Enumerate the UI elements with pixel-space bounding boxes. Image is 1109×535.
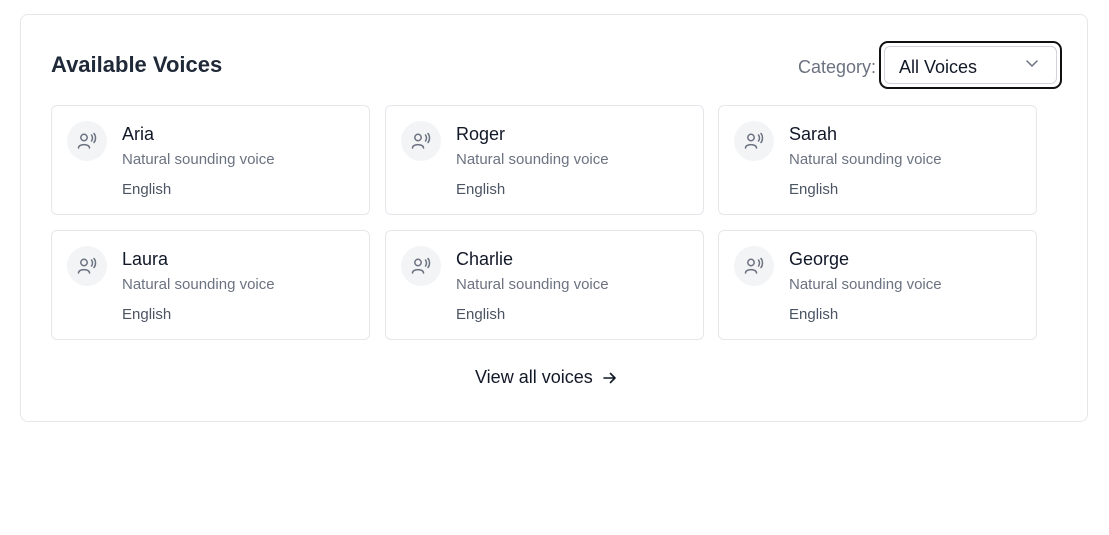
user-voice-icon: [411, 132, 431, 149]
section-title: Available Voices: [51, 52, 223, 77]
voice-name: Roger: [456, 124, 506, 144]
user-voice-icon: [744, 132, 764, 149]
user-voice-icon: [411, 257, 431, 274]
voice-language: English: [456, 181, 506, 198]
voice-language: English: [789, 306, 839, 323]
voice-language: English: [456, 306, 506, 323]
voice-name: Charlie: [456, 249, 514, 269]
arrow-right-icon: [602, 372, 616, 383]
voice-card[interactable]: Charlie Natural sounding voice English: [385, 230, 704, 340]
user-voice-icon: [744, 257, 764, 274]
user-voice-icon: [77, 132, 97, 149]
voice-name: Laura: [122, 249, 169, 269]
category-select-value: All Voices: [899, 57, 978, 77]
voice-description: Natural sounding voice: [122, 276, 275, 293]
voice-description: Natural sounding voice: [456, 151, 609, 168]
voice-name: Sarah: [789, 124, 838, 144]
avatar: [734, 121, 774, 161]
avatar: [67, 121, 107, 161]
voice-card[interactable]: Laura Natural sounding voice English: [51, 230, 370, 340]
view-all-voices-link[interactable]: View all voices: [475, 367, 617, 388]
voice-name: Aria: [122, 124, 155, 144]
voice-description: Natural sounding voice: [789, 151, 942, 168]
voice-description: Natural sounding voice: [122, 151, 275, 168]
voice-description: Natural sounding voice: [789, 276, 942, 293]
user-voice-icon: [77, 257, 97, 274]
chevron-down-icon: [1026, 60, 1038, 67]
category-select[interactable]: All Voices: [879, 41, 1062, 89]
voice-language: English: [122, 306, 172, 323]
voice-card[interactable]: George Natural sounding voice English: [718, 230, 1037, 340]
avatar: [734, 246, 774, 286]
view-all-label: View all voices: [475, 367, 593, 387]
voice-description: Natural sounding voice: [456, 276, 609, 293]
category-label: Category:: [798, 57, 877, 77]
avatar: [401, 121, 441, 161]
voices-panel: Available Voices Category: All Voices Ar…: [20, 14, 1088, 422]
voice-name: George: [789, 249, 850, 269]
avatar: [401, 246, 441, 286]
voice-card[interactable]: Aria Natural sounding voice English: [51, 105, 370, 215]
voice-language: English: [789, 181, 839, 198]
voice-card[interactable]: Sarah Natural sounding voice English: [718, 105, 1037, 215]
voice-language: English: [122, 181, 172, 198]
avatar: [67, 246, 107, 286]
voice-card[interactable]: Roger Natural sounding voice English: [385, 105, 704, 215]
